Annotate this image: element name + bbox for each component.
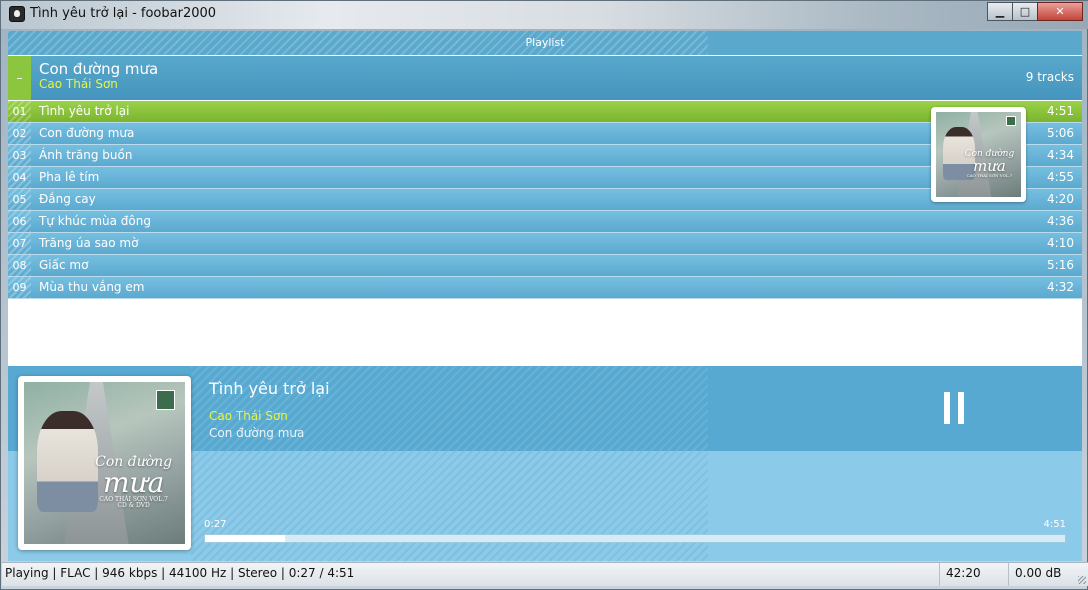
track-number: 05 <box>8 189 31 210</box>
foobar-app-icon[interactable] <box>9 6 25 22</box>
track-number: 04 <box>8 167 31 188</box>
track-row[interactable]: 04 Pha lê tím 4:55 <box>8 167 1082 189</box>
track-row[interactable]: 05 Đắng cay 4:20 <box>8 189 1082 211</box>
cover-caption: CAO THÁI SƠN VOL.7 <box>966 173 1013 179</box>
album-cover-image: Con đường mưa CAO THÁI SƠN VOL.7 <box>936 112 1021 197</box>
track-duration: 4:51 <box>1047 104 1074 118</box>
status-playlist-length: 42:20 <box>943 563 1009 586</box>
track-number: 03 <box>8 145 31 166</box>
pause-icon[interactable] <box>944 392 964 424</box>
now-playing-album-art[interactable]: Con đường mưa CAO THÁI SƠN VOL.7 CD & DV… <box>18 376 191 550</box>
track-row[interactable]: 01 Tình yêu trở lại 4:51 <box>8 101 1082 123</box>
cover-caption2: CD & DVD <box>117 501 150 509</box>
window-title: Tình yêu trở lại - foobar2000 <box>30 6 217 21</box>
seek-bar-progress <box>205 535 285 542</box>
playlist-header-label: Playlist <box>525 36 565 49</box>
minimize-button[interactable]: ▁ <box>987 2 1013 21</box>
header-stripes <box>8 31 708 55</box>
track-duration: 4:10 <box>1047 236 1074 250</box>
track-duration: 4:36 <box>1047 214 1074 228</box>
track-title: Trăng úa sao mờ <box>39 236 139 250</box>
title-bar[interactable]: Tình yêu trở lại - foobar2000 ▁ □ ✕ <box>1 1 1088 29</box>
track-title: Giấc mơ <box>39 258 89 272</box>
seek-bar[interactable] <box>204 534 1066 543</box>
status-volume[interactable]: 0.00 dB <box>1012 563 1080 586</box>
total-time: 4:51 <box>1043 519 1066 530</box>
track-number: 07 <box>8 233 31 254</box>
now-playing-panel: Con đường mưa CAO THÁI SƠN VOL.7 CD & DV… <box>8 366 1082 561</box>
track-duration: 5:16 <box>1047 258 1074 272</box>
elapsed-time: 0:27 <box>204 519 227 530</box>
status-bar: Playing | FLAC | 946 kbps | 44100 Hz | S… <box>2 562 1088 586</box>
track-number: 02 <box>8 123 31 144</box>
track-duration: 5:06 <box>1047 126 1074 140</box>
track-title: Con đường mưa <box>39 126 135 140</box>
track-title: Pha lê tím <box>39 170 100 184</box>
track-row[interactable]: 02 Con đường mưa 5:06 <box>8 123 1082 145</box>
track-list: 01 Tình yêu trở lại 4:51 02 Con đường mư… <box>8 101 1082 299</box>
playlist-header[interactable]: Playlist <box>8 31 1082 55</box>
track-number: 08 <box>8 255 31 276</box>
cover-script-line2: mưa <box>973 157 1006 176</box>
cover-logo <box>1005 116 1016 127</box>
track-title: Tình yêu trở lại <box>39 104 130 118</box>
group-artist: Cao Thái Sơn <box>39 77 118 91</box>
collapse-group-toggle[interactable]: – <box>8 56 31 100</box>
cover-script-line2: mưa <box>102 465 165 499</box>
track-title: Ánh trăng buồn <box>39 148 133 162</box>
cover-script: Con đường mưa CAO THÁI SƠN VOL.7 <box>965 150 1015 178</box>
group-track-count: 9 tracks <box>1025 70 1074 84</box>
app-window: Tình yêu trở lại - foobar2000 ▁ □ ✕ Play… <box>0 0 1088 590</box>
track-title: Tự khúc mùa đông <box>39 214 151 228</box>
cover-script: Con đường mưa CAO THÁI SƠN VOL.7 CD & DV… <box>95 455 172 509</box>
track-title: Đắng cay <box>39 192 96 206</box>
cover-logo <box>156 390 176 410</box>
track-duration: 4:34 <box>1047 148 1074 162</box>
now-playing-artist: Cao Thái Sơn <box>209 409 288 423</box>
group-album-title: Con đường mưa <box>39 60 159 78</box>
track-number: 09 <box>8 277 31 298</box>
track-row[interactable]: 08 Giấc mơ 5:16 <box>8 255 1082 277</box>
track-row[interactable]: 03 Ánh trăng buồn 4:34 <box>8 145 1082 167</box>
np-bottom-stripes <box>191 451 708 561</box>
cover-figure <box>36 411 99 512</box>
track-number: 06 <box>8 211 31 232</box>
maximize-button[interactable]: □ <box>1012 2 1038 21</box>
close-button[interactable]: ✕ <box>1037 2 1083 21</box>
window-controls: ▁ □ ✕ <box>987 2 1083 21</box>
album-cover-image: Con đường mưa CAO THÁI SƠN VOL.7 CD & DV… <box>24 382 185 544</box>
track-duration: 4:55 <box>1047 170 1074 184</box>
track-row[interactable]: 07 Trăng úa sao mờ 4:10 <box>8 233 1082 255</box>
client-area: Playlist – Con đường mưa Cao Thái Sơn 9 … <box>8 31 1082 561</box>
group-album-art[interactable]: Con đường mưa CAO THÁI SƠN VOL.7 <box>931 107 1026 202</box>
track-row[interactable]: 06 Tự khúc mùa đông 4:36 <box>8 211 1082 233</box>
now-playing-album: Con đường mưa <box>209 426 305 440</box>
album-group-header[interactable]: – Con đường mưa Cao Thái Sơn 9 tracks <box>8 56 1082 100</box>
track-duration: 4:20 <box>1047 192 1074 206</box>
track-title: Mùa thu vắng em <box>39 280 145 294</box>
now-playing-title: Tình yêu trở lại <box>209 379 330 398</box>
track-number: 01 <box>8 101 31 122</box>
track-duration: 4:32 <box>1047 280 1074 294</box>
resize-grip[interactable] <box>1078 576 1086 584</box>
track-row[interactable]: 09 Mùa thu vắng em 4:32 <box>8 277 1082 299</box>
status-playback-info: Playing | FLAC | 946 kbps | 44100 Hz | S… <box>2 563 940 586</box>
